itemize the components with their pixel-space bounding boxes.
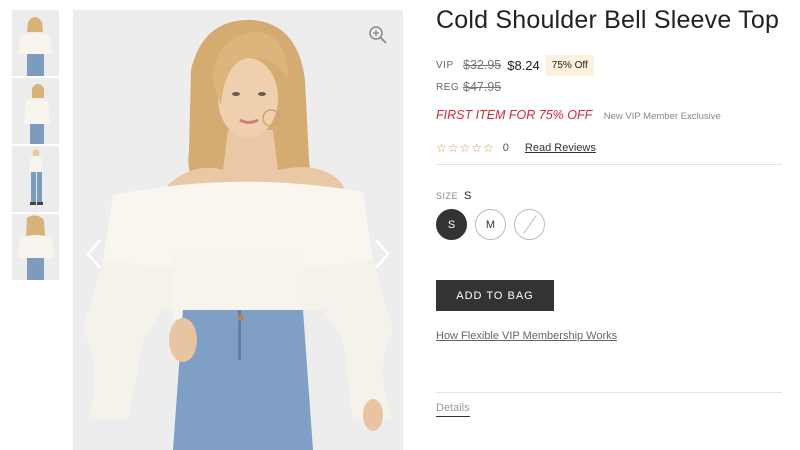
product-title: Cold Shoulder Bell Sleeve Top xyxy=(436,6,780,34)
thumbnail-strip xyxy=(12,10,59,282)
size-option-unavailable[interactable] xyxy=(514,209,545,240)
regular-price-row: REG $47.95 xyxy=(436,77,501,97)
promo-subtext: New VIP Member Exclusive xyxy=(603,111,721,122)
model-side-image xyxy=(12,78,59,144)
vip-membership-link[interactable]: How Flexible VIP Membership Works xyxy=(436,330,617,342)
rating-row: ☆☆☆☆☆ 0 Read Reviews xyxy=(436,141,596,155)
size-option-m[interactable]: M xyxy=(475,209,506,240)
divider xyxy=(436,392,782,393)
add-to-bag-button[interactable]: ADD TO BAG xyxy=(436,280,554,311)
model-back-image xyxy=(12,214,59,280)
next-image-arrow-icon[interactable] xyxy=(367,234,397,274)
promo-text: FIRST ITEM FOR 75% OFF xyxy=(436,108,593,122)
read-reviews-link[interactable]: Read Reviews xyxy=(525,142,596,154)
size-options: S M xyxy=(436,209,553,240)
details-tab[interactable]: Details xyxy=(436,402,470,417)
vip-label: VIP xyxy=(436,59,454,71)
vip-price-row: VIP $32.95 $8.24 75% Off xyxy=(436,54,594,76)
regular-price: $47.95 xyxy=(463,80,502,94)
vip-original-price: $32.95 xyxy=(463,58,502,72)
size-option-s[interactable]: S xyxy=(436,209,467,240)
thumbnail-4[interactable] xyxy=(12,214,59,280)
model-photo xyxy=(73,10,403,450)
selected-size: S xyxy=(464,190,472,202)
discount-badge: 75% Off xyxy=(545,54,594,76)
model-full-body-image xyxy=(12,146,59,212)
previous-image-arrow-icon[interactable] xyxy=(79,234,109,274)
star-rating-icon: ☆☆☆☆☆ xyxy=(436,141,495,155)
vip-sale-price: $8.24 xyxy=(507,57,540,73)
promo-message: FIRST ITEM FOR 75% OFF New VIP Member Ex… xyxy=(436,108,721,122)
thumbnail-2[interactable] xyxy=(12,78,59,144)
model-front-image xyxy=(12,10,59,76)
thumbnail-1[interactable] xyxy=(12,10,59,76)
main-product-image[interactable] xyxy=(73,10,403,450)
zoom-icon[interactable] xyxy=(367,24,389,46)
divider xyxy=(436,164,782,165)
review-count: 0 xyxy=(502,142,509,154)
size-label: SIZE xyxy=(436,191,459,201)
reg-label: REG xyxy=(436,81,460,93)
thumbnail-3[interactable] xyxy=(12,146,59,212)
